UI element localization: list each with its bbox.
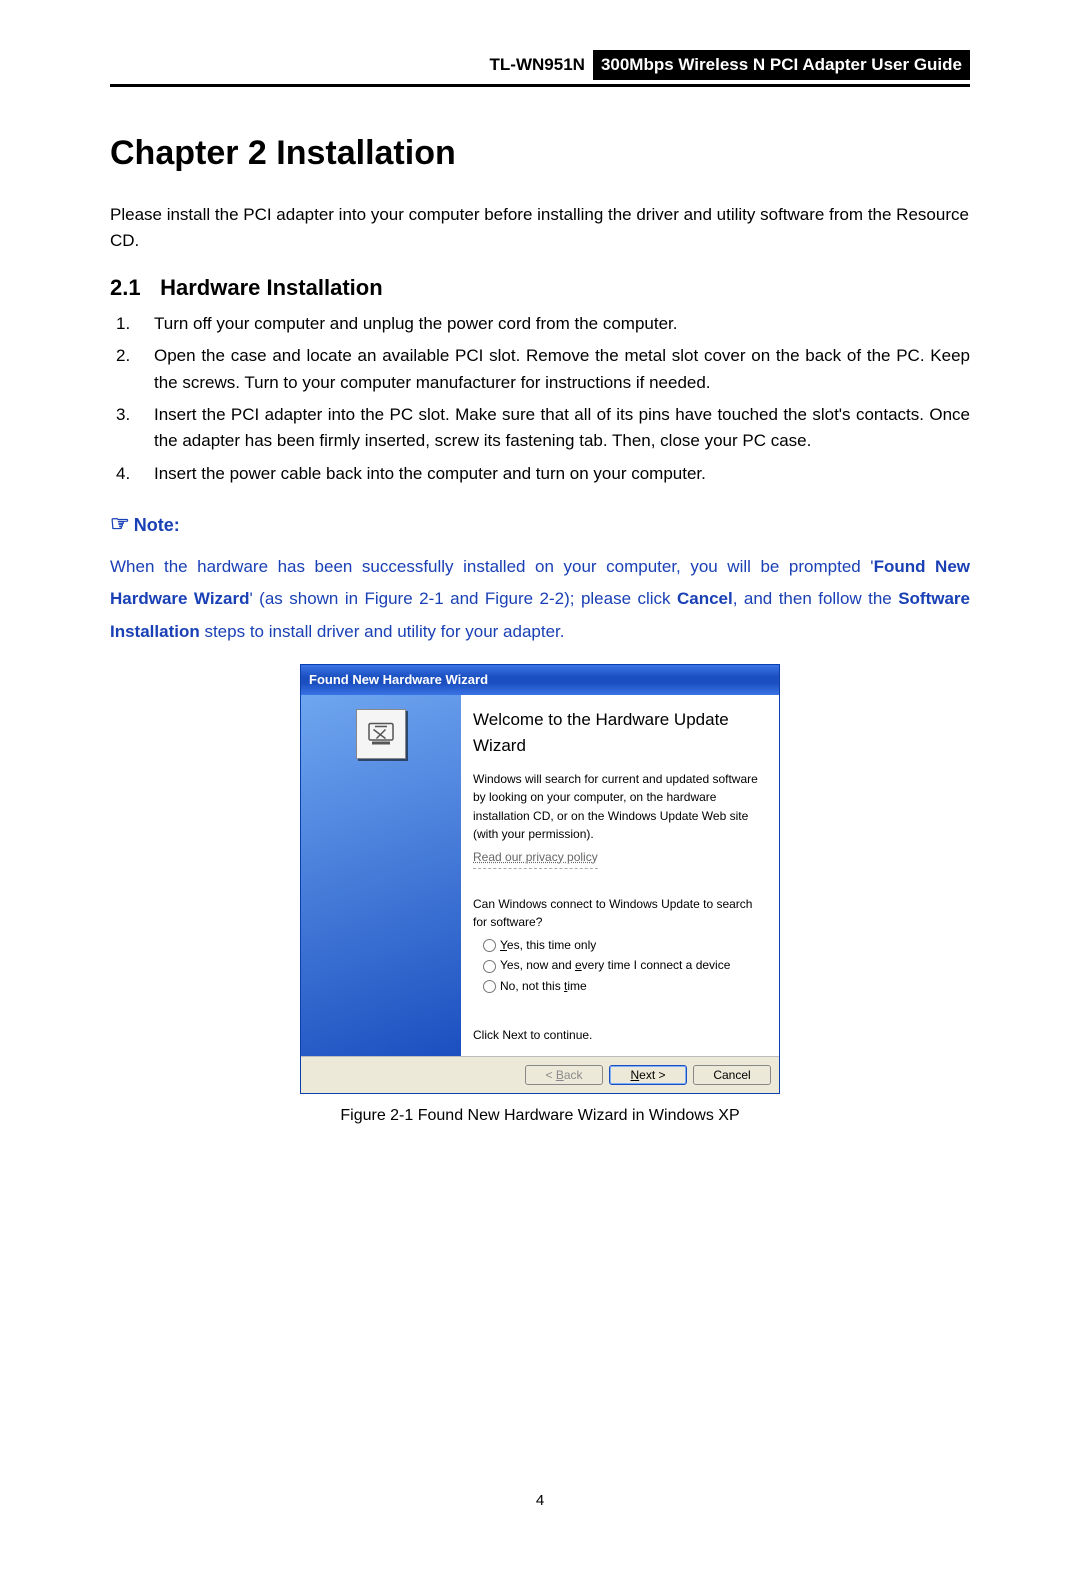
radio-yes-always[interactable]: Yes, now and every time I connect a devi… bbox=[483, 956, 767, 975]
step-number: 2. bbox=[116, 343, 138, 396]
step-text: Open the case and locate an available PC… bbox=[154, 343, 970, 396]
step-number: 4. bbox=[116, 461, 138, 487]
intro-paragraph: Please install the PCI adapter into your… bbox=[110, 202, 970, 255]
section-2-1-title: 2.1 Hardware Installation bbox=[110, 271, 970, 305]
step-text: Insert the power cable back into the com… bbox=[154, 461, 706, 487]
dialog-button-row: < Back Next > Cancel bbox=[301, 1056, 779, 1093]
radio-accel: e bbox=[575, 958, 582, 972]
wizard-icon bbox=[356, 709, 406, 759]
chapter-title: Chapter 2 Installation bbox=[110, 127, 970, 180]
dialog-heading: Welcome to the Hardware Update Wizard bbox=[473, 707, 767, 760]
note-text: When the hardware has been successfully … bbox=[110, 557, 874, 576]
header-divider bbox=[110, 84, 970, 87]
radio-text: No, not this bbox=[500, 979, 564, 993]
radio-input[interactable] bbox=[483, 960, 496, 973]
step-2: 2. Open the case and locate an available… bbox=[110, 343, 970, 396]
radio-input[interactable] bbox=[483, 980, 496, 993]
step-1: 1. Turn off your computer and unplug the… bbox=[110, 311, 970, 337]
next-button[interactable]: Next > bbox=[609, 1065, 687, 1085]
privacy-policy-link[interactable]: Read our privacy policy bbox=[473, 848, 598, 869]
figure-caption: Figure 2-1 Found New Hardware Wizard in … bbox=[110, 1104, 970, 1129]
note-text: ' (as shown in Figure 2-1 and Figure 2-2… bbox=[250, 589, 677, 608]
dialog-question: Can Windows connect to Windows Update to… bbox=[473, 895, 767, 932]
page-number: 4 bbox=[110, 1489, 970, 1512]
step-text: Insert the PCI adapter into the PC slot.… bbox=[154, 402, 970, 455]
note-heading: ☞Note: bbox=[110, 507, 970, 541]
radio-text: ime bbox=[567, 979, 586, 993]
step-number: 1. bbox=[116, 311, 138, 337]
doc-title-banner: 300Mbps Wireless N PCI Adapter User Guid… bbox=[593, 50, 970, 80]
doc-header: TL-WN951N 300Mbps Wireless N PCI Adapter… bbox=[110, 50, 970, 80]
step-3: 3. Insert the PCI adapter into the PC sl… bbox=[110, 402, 970, 455]
note-text: , and then follow the bbox=[733, 589, 898, 608]
note-text: steps to install driver and utility for … bbox=[200, 622, 565, 641]
dialog-titlebar[interactable]: Found New Hardware Wizard bbox=[301, 665, 779, 695]
step-number: 3. bbox=[116, 402, 138, 455]
note-bold: Cancel bbox=[677, 589, 733, 608]
note-label: Note: bbox=[134, 515, 180, 535]
found-new-hardware-wizard-dialog: Found New Hardware Wizard Welcome to the… bbox=[300, 664, 780, 1094]
dialog-side-banner bbox=[301, 695, 461, 1056]
cancel-button[interactable]: Cancel bbox=[693, 1065, 771, 1085]
radio-accel: Y bbox=[500, 938, 507, 952]
dialog-continue-hint: Click Next to continue. bbox=[473, 1026, 767, 1045]
radio-group: Yes, this time only Yes, now and every t… bbox=[473, 936, 767, 996]
radio-yes-once[interactable]: Yes, this time only bbox=[483, 936, 767, 955]
note-body: When the hardware has been successfully … bbox=[110, 551, 970, 648]
radio-no[interactable]: No, not this time bbox=[483, 977, 767, 996]
dialog-description: Windows will search for current and upda… bbox=[473, 770, 767, 844]
radio-input[interactable] bbox=[483, 939, 496, 952]
section-number: 2.1 bbox=[110, 271, 154, 305]
doc-model: TL-WN951N bbox=[482, 50, 593, 80]
radio-text: Yes, now and bbox=[500, 958, 575, 972]
radio-text: es, this time only bbox=[507, 938, 596, 952]
back-button: < Back bbox=[525, 1065, 603, 1085]
radio-text: very time I connect a device bbox=[582, 958, 731, 972]
hardware-install-steps: 1. Turn off your computer and unplug the… bbox=[110, 311, 970, 487]
step-4: 4. Insert the power cable back into the … bbox=[110, 461, 970, 487]
pointing-hand-icon: ☞ bbox=[110, 507, 130, 541]
step-text: Turn off your computer and unplug the po… bbox=[154, 311, 678, 337]
section-name: Hardware Installation bbox=[160, 275, 383, 300]
dialog-main: Welcome to the Hardware Update Wizard Wi… bbox=[461, 695, 779, 1056]
